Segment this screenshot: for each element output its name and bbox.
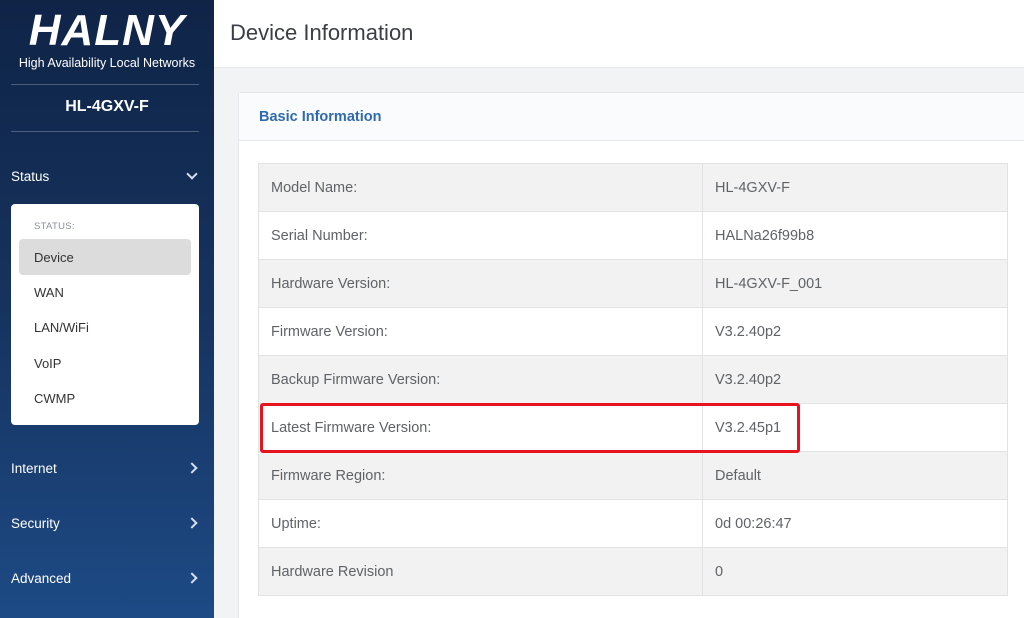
submenu-item-cwmp[interactable]: CWMP xyxy=(19,380,191,416)
row-value: HALNa26f99b8 xyxy=(702,211,1008,260)
row-value: Default xyxy=(702,451,1008,500)
nav-advanced-label: Advanced xyxy=(11,570,72,586)
nav-internet[interactable]: Internet xyxy=(0,453,214,483)
table-row: Hardware Version: HL-4GXV-F_001 xyxy=(258,259,1008,308)
nav-advanced[interactable]: Advanced xyxy=(0,563,214,593)
row-label: Hardware Revision xyxy=(258,547,703,596)
submenu-title: STATUS: xyxy=(34,221,75,232)
nav-status[interactable]: Status xyxy=(0,161,214,191)
table-row: Uptime: 0d 00:26:47 xyxy=(258,499,1008,548)
chevron-down-icon xyxy=(186,168,198,180)
table-row: Firmware Version: V3.2.40p2 xyxy=(258,307,1008,356)
chevron-right-icon xyxy=(186,517,198,529)
row-label: Latest Firmware Version: xyxy=(258,403,703,452)
page-title: Device Information xyxy=(230,20,414,45)
row-label: Serial Number: xyxy=(258,211,703,260)
submenu-item-label: VoIP xyxy=(34,355,62,371)
nav-security[interactable]: Security xyxy=(0,508,214,538)
row-value: HL-4GXV-F_001 xyxy=(702,259,1008,308)
chevron-right-icon xyxy=(186,462,198,474)
nav-status-label: Status xyxy=(11,168,50,184)
submenu-item-lan-wifi[interactable]: LAN/WiFi xyxy=(19,309,191,345)
row-value: HL-4GXV-F xyxy=(702,163,1008,212)
row-value: V3.2.40p2 xyxy=(702,307,1008,356)
submenu-item-voip[interactable]: VoIP xyxy=(19,345,191,381)
table-row: Serial Number: HALNa26f99b8 xyxy=(258,211,1008,260)
submenu-item-label: WAN xyxy=(34,284,64,300)
table-row: Latest Firmware Version: V3.2.45p1 xyxy=(258,403,1008,452)
table-row: Firmware Region: Default xyxy=(258,451,1008,500)
table-row: Hardware Revision 0 xyxy=(258,547,1008,596)
row-label: Uptime: xyxy=(258,499,703,548)
divider xyxy=(11,131,199,132)
status-submenu: STATUS: Device WAN LAN/WiFi VoIP CWMP xyxy=(11,204,199,425)
sidebar: HALNY High Availability Local Networks H… xyxy=(0,0,214,618)
row-label: Firmware Version: xyxy=(258,307,703,356)
table-row: Model Name: HL-4GXV-F xyxy=(258,163,1008,212)
logo-text: HALNY xyxy=(28,6,186,55)
row-label: Firmware Region: xyxy=(258,451,703,500)
device-model: HL-4GXV-F xyxy=(65,98,149,115)
submenu-item-wan[interactable]: WAN xyxy=(19,274,191,310)
card-header: Basic Information xyxy=(239,93,1024,141)
halny-logo: HALNY High Availability Local Networks xyxy=(0,6,214,71)
nav-security-label: Security xyxy=(11,515,60,531)
table-row: Backup Firmware Version: V3.2.40p2 xyxy=(258,355,1008,404)
top-bar: Device Information xyxy=(214,0,1024,68)
row-value: V3.2.45p1 xyxy=(702,403,1008,452)
device-info-table: Model Name: HL-4GXV-F Serial Number: HAL… xyxy=(258,163,1008,596)
row-value: V3.2.40p2 xyxy=(702,355,1008,404)
submenu-item-label: LAN/WiFi xyxy=(34,319,89,335)
row-value: 0d 00:26:47 xyxy=(702,499,1008,548)
card-title: Basic Information xyxy=(259,109,382,125)
row-label: Model Name: xyxy=(258,163,703,212)
row-value: 0 xyxy=(702,547,1008,596)
row-label: Backup Firmware Version: xyxy=(258,355,703,404)
submenu-item-device[interactable]: Device xyxy=(19,239,191,275)
chevron-right-icon xyxy=(186,572,198,584)
nav-internet-label: Internet xyxy=(11,460,57,476)
submenu-item-label: Device xyxy=(34,249,74,265)
divider xyxy=(11,84,199,85)
row-label: Hardware Version: xyxy=(258,259,703,308)
submenu-item-label: CWMP xyxy=(34,390,76,406)
logo-tagline: High Availability Local Networks xyxy=(18,56,196,70)
